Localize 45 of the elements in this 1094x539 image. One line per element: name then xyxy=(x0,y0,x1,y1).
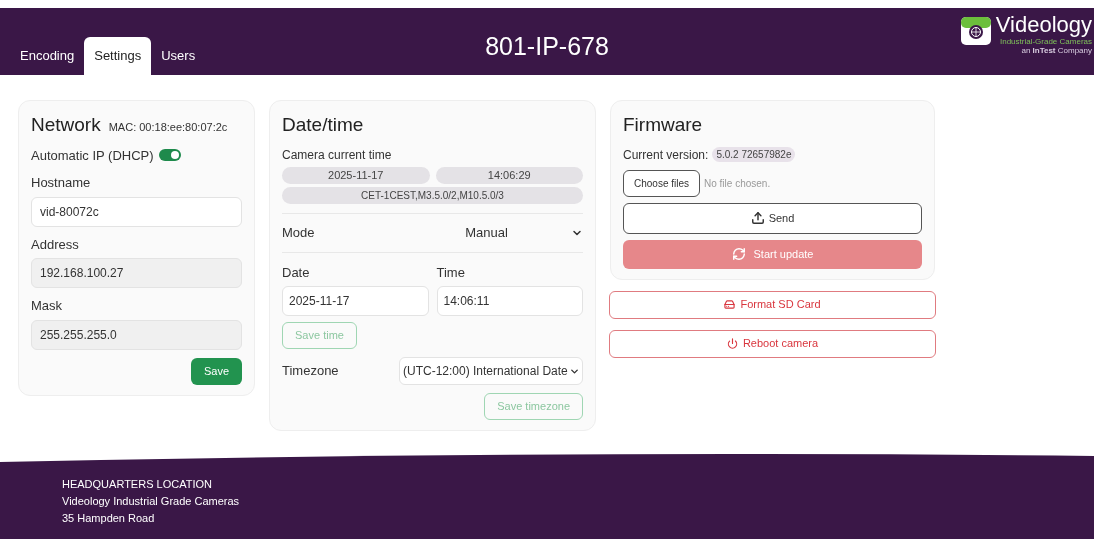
text-field[interactable]: vid-80072c xyxy=(31,196,242,227)
card-title: Date/time xyxy=(282,113,365,137)
timezone-label: Timezone xyxy=(282,362,340,381)
footer-address-line: 35 Hampden Road xyxy=(62,511,155,526)
card-title: Network xyxy=(31,113,101,137)
field-label: Hostname xyxy=(31,174,91,192)
reboot-button[interactable]: Reboot camera xyxy=(609,329,936,358)
mac-address: MAC: 00:18:ee:80:07:2c xyxy=(108,120,228,135)
upload-icon xyxy=(750,211,765,225)
choose-files-button[interactable]: Choose files xyxy=(623,169,701,197)
power-icon xyxy=(726,338,738,349)
save-button[interactable]: Save xyxy=(190,357,242,385)
field-label: Address xyxy=(31,235,79,254)
footer-heading: HEADQUARTERS LOCATION xyxy=(62,477,212,492)
dhcp-toggle[interactable] xyxy=(158,149,181,162)
tab[interactable]: Encoding xyxy=(10,37,85,75)
version-pill: 5.0.2 72657982e xyxy=(712,147,796,162)
section-label: Camera current time xyxy=(282,146,393,164)
mode-select[interactable]: Manual xyxy=(402,219,583,246)
time-field[interactable]: 14:06:11 xyxy=(436,286,583,316)
current-date-pill: 2025-11-17 xyxy=(282,166,430,184)
timezone-select[interactable]: (UTC-12:00) International Date xyxy=(399,357,583,385)
field-label: Date xyxy=(282,263,310,282)
date-field[interactable]: 2025-11-17 xyxy=(282,286,429,316)
file-status: No file chosen. xyxy=(704,176,771,191)
drive-icon xyxy=(724,299,736,310)
footer-address-line: Videology Industrial Grade Cameras xyxy=(62,494,240,509)
tab[interactable]: Users xyxy=(151,37,206,75)
device-title: 801-IP-678 xyxy=(485,31,609,62)
version-label: Current version: xyxy=(623,146,709,164)
card-title: Firmware xyxy=(623,113,704,137)
camera-logo-icon xyxy=(959,16,992,46)
logo-company: an InTest Company xyxy=(1021,47,1092,55)
current-time-pill: 14:06:29 xyxy=(435,166,583,184)
field-label: Time xyxy=(436,263,465,282)
field-label: Mask xyxy=(31,297,63,315)
mode-label: Mode xyxy=(282,223,316,242)
logo-name: Videology xyxy=(995,14,1092,36)
tab[interactable]: Settings xyxy=(84,37,152,75)
send-button[interactable]: Send xyxy=(623,202,922,234)
timezone-rule-pill: CET-1CEST,M3.5.0/2,M10.5.0/3 xyxy=(282,186,583,204)
logo-tagline: Industrial-Grade Cameras xyxy=(999,38,1092,46)
refresh-icon xyxy=(731,247,746,261)
format-button[interactable]: Format SD Card xyxy=(609,290,936,319)
dhcp-label: Automatic IP (DHCP) xyxy=(31,146,154,165)
